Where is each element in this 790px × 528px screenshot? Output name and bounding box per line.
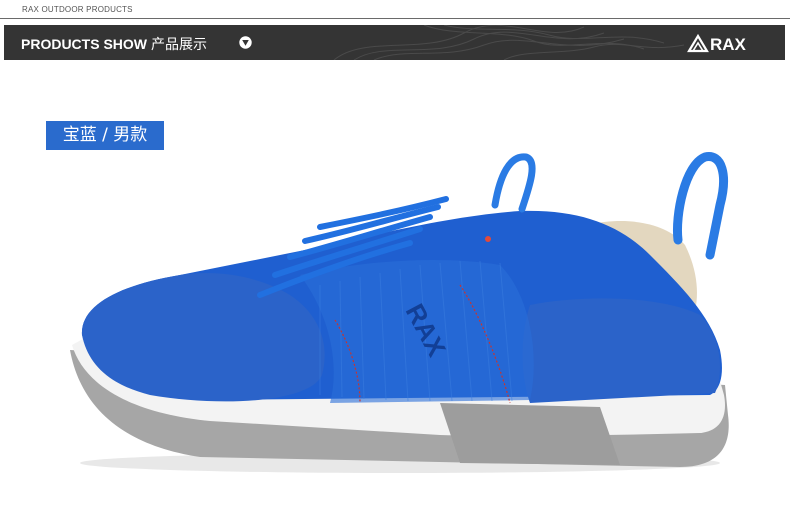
section-header: PRODUCTS SHOW 产品展示 RAX — [4, 25, 785, 60]
top-caption: RAX OUTDOOR PRODUCTS — [22, 5, 133, 14]
product-page: RAX OUTDOOR PRODUCTS PRODUCTS SHOW 产品展示 R… — [0, 0, 790, 528]
down-triangle-icon — [239, 36, 252, 49]
brand-text: RAX — [710, 35, 747, 54]
header-subtitle: 产品展示 — [151, 36, 207, 52]
shoe-image: RAX — [70, 152, 729, 473]
brand-logo: RAX — [687, 33, 747, 54]
header-title-group: PRODUCTS SHOW 产品展示 — [21, 34, 207, 54]
header-title: PRODUCTS SHOW — [21, 36, 147, 52]
top-divider — [0, 18, 790, 19]
